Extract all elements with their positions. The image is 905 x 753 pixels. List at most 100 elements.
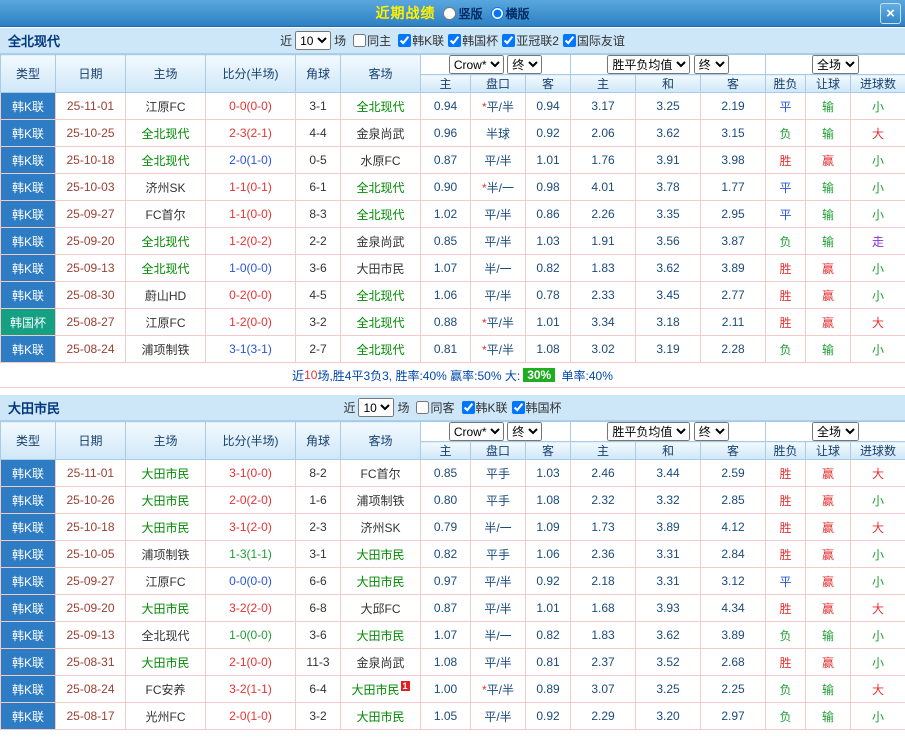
goals-result-cell: 小 [850, 200, 905, 228]
corners-cell: 8-2 [295, 459, 341, 487]
goals-result-cell: 小 [850, 567, 905, 595]
home-team-cell: 大田市民 [125, 486, 206, 514]
date-cell: 25-11-01 [55, 92, 126, 120]
away-team-cell: 大田市民 [340, 567, 421, 595]
scope-select[interactable]: 全场 [812, 422, 860, 441]
avg-stage-select[interactable]: 终 [693, 422, 729, 441]
match-row: 韩K联 25-09-13 全北现代 1-0(0-0) 3-6 大田市民 1.07 半/一 0.8… [0, 254, 905, 282]
away-odds-cell: 1.03 [524, 227, 572, 255]
matches-table: 类型 日期 主场 比分(半场) 角球 客场 Crow* 终 胜平负均值 终 全场 [0, 54, 905, 363]
layout-vertical-radio[interactable]: 竖版 [443, 5, 483, 22]
date-cell: 25-08-31 [55, 648, 126, 676]
odds-stage-select[interactable]: 终 [507, 55, 543, 74]
league-filter-checkbox[interactable]: 国际友谊 [562, 32, 625, 49]
league-filter-label: 韩K联 [475, 401, 508, 415]
col-date: 日期 [55, 54, 126, 93]
goals-result-cell: 大 [850, 459, 905, 487]
goals-result-cell: 小 [850, 540, 905, 568]
handicap-cell: 平/半 [470, 227, 526, 255]
goals-result-cell: 小 [850, 702, 905, 730]
away-odds-cell: 0.82 [524, 621, 572, 649]
goals-result-cell: 小 [850, 335, 905, 363]
league-cell: 韩K联 [0, 702, 56, 730]
avg-away-cell: 2.77 [700, 281, 767, 309]
titlebar: 近期战绩 竖版 横版 × [0, 0, 905, 27]
league-filter-checkbox[interactable]: 亚冠联2 [502, 32, 559, 49]
avg-draw-cell: 3.18 [635, 308, 702, 336]
avg-home-cell: 1.83 [570, 621, 637, 649]
handicap-result-cell: 赢 [805, 459, 852, 487]
goals-result-cell: 小 [850, 92, 905, 120]
avg-draw-cell: 3.91 [635, 146, 702, 174]
avg-type-select[interactable]: 胜平负均值 [607, 55, 691, 74]
games-label: 场 [334, 34, 347, 48]
avg-draw-cell: 3.56 [635, 227, 702, 255]
avg-away-cell: 2.85 [700, 486, 767, 514]
score-cell: 0-0(0-0) [205, 567, 296, 595]
league-cell: 韩K联 [0, 200, 56, 228]
home-odds-cell: 0.87 [420, 594, 471, 622]
summary-text: 单率:40% [558, 368, 613, 383]
home-team-cell: 全北现代 [125, 227, 206, 255]
home-odds-cell: 1.05 [420, 702, 471, 730]
handicap-cell: 平/半 [470, 146, 526, 174]
goals-result-cell: 小 [850, 621, 905, 649]
summary-count: 10 [304, 368, 318, 382]
score-cell: 2-0(2-0) [205, 486, 296, 514]
league-cell: 韩K联 [0, 486, 56, 514]
handicap-result-cell: 赢 [805, 254, 852, 282]
avg-draw-cell: 3.19 [635, 335, 702, 363]
league-filter-checkbox[interactable]: 韩K联 [461, 399, 508, 416]
avg-home-cell: 2.36 [570, 540, 637, 568]
league-filter-checkbox[interactable]: 韩国杯 [448, 32, 498, 49]
away-odds-cell: 0.92 [524, 119, 572, 147]
handicap-cell: 平/半 [470, 200, 526, 228]
score-cell: 2-0(1-0) [205, 702, 296, 730]
home-odds-cell: 1.07 [420, 254, 471, 282]
away-team-cell: 金泉尚武 [340, 648, 421, 676]
goals-result-cell: 大 [850, 513, 905, 541]
avg-away-cell: 2.95 [700, 200, 767, 228]
recent-count-select[interactable]: 10 [295, 31, 332, 50]
handicap-cell: *平/半 [470, 308, 526, 336]
avg-type-select[interactable]: 胜平负均值 [607, 422, 691, 441]
col-home: 主场 [125, 421, 206, 460]
away-odds-cell: 1.06 [524, 540, 572, 568]
league-filter-checkbox[interactable]: 韩国杯 [511, 399, 562, 416]
scope-header-cell: 全场 [765, 421, 905, 442]
avg-away-cell: 2.28 [700, 335, 767, 363]
away-team-cell: 金泉尚武 [340, 227, 421, 255]
date-cell: 25-09-20 [55, 594, 126, 622]
corners-cell: 8-3 [295, 200, 341, 228]
away-team-cell: 全北现代 [340, 92, 421, 120]
close-button[interactable]: × [880, 3, 901, 24]
odds-stage-select[interactable]: 终 [507, 422, 543, 441]
result-cell: 负 [765, 621, 807, 649]
league-filter-checkbox[interactable]: 韩K联 [398, 32, 444, 49]
subcol-header: 胜负 [765, 441, 807, 460]
avg-stage-select[interactable]: 终 [693, 55, 729, 74]
checkbox-icon [562, 34, 576, 47]
match-row: 韩K联 25-10-18 大田市民 3-1(2-0) 2-3 济州SK 0.79 半/一 1.0… [0, 513, 905, 541]
corners-cell: 3-2 [295, 702, 341, 730]
same-venue-checkbox[interactable]: 同客 [416, 399, 455, 416]
away-odds-cell: 0.92 [524, 567, 572, 595]
layout-horizontal-label: 横版 [505, 6, 530, 21]
match-row: 韩K联 25-08-31 大田市民 2-1(0-0) 11-3 金泉尚武 1.08 平/半 0.… [0, 648, 905, 676]
handicap-cell: 平手 [470, 459, 526, 487]
score-cell: 1-0(0-0) [205, 254, 296, 282]
summary-text: 近 [292, 368, 305, 383]
same-venue-label: 同客 [430, 401, 455, 415]
odds-source-select[interactable]: Crow* [448, 55, 504, 74]
games-label: 场 [397, 401, 410, 415]
scope-select[interactable]: 全场 [812, 55, 860, 74]
recent-count-select[interactable]: 10 [358, 398, 395, 417]
handicap-cell: 半/一 [470, 513, 526, 541]
handicap-cell: *平/半 [470, 92, 526, 120]
layout-horizontal-radio[interactable]: 横版 [490, 5, 530, 22]
avg-home-cell: 3.07 [570, 675, 637, 703]
home-odds-cell: 0.96 [420, 119, 471, 147]
odds-source-select[interactable]: Crow* [448, 422, 504, 441]
same-venue-label: 同主 [367, 34, 392, 48]
same-venue-checkbox[interactable]: 同主 [353, 32, 391, 49]
